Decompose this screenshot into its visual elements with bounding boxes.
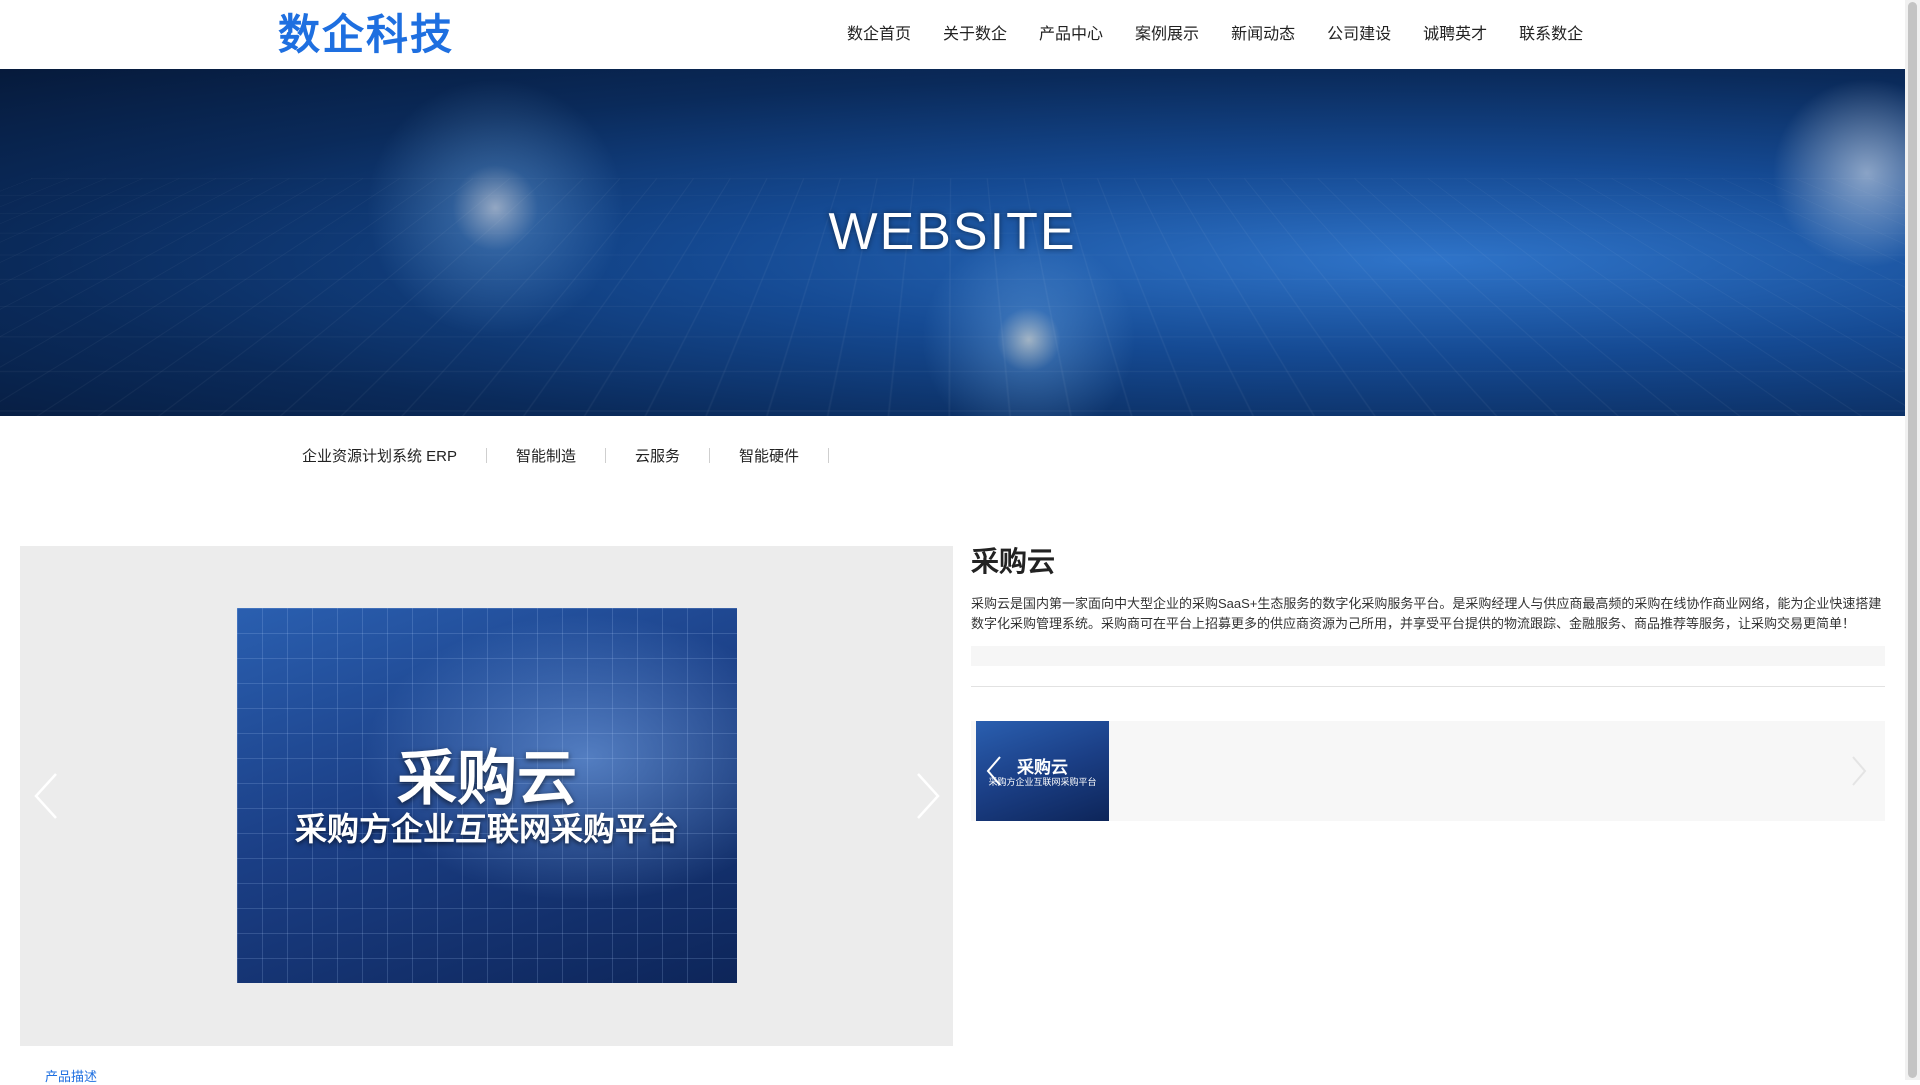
product-description: 采购云是国内第一家面向中大型企业的采购SaaS+生态服务的数字化采购服务平台。是… xyxy=(971,596,1882,631)
hero-banner: WEBSITE xyxy=(0,69,1905,416)
nav-item-products[interactable]: 产品中心 xyxy=(1039,0,1103,69)
chevron-left-icon xyxy=(34,773,57,819)
chevron-right-icon xyxy=(917,773,940,819)
thumbnail-strip: 采购云 采购方企业互联网采购平台 xyxy=(971,721,1885,821)
chevron-right-icon xyxy=(1852,756,1867,786)
tab-divider xyxy=(486,447,488,463)
thumbnail-next-button[interactable] xyxy=(1848,753,1870,789)
tab-smart-hardware[interactable]: 智能硬件 xyxy=(739,445,828,466)
slide-subtitle: 采购方企业互联网采购平台 xyxy=(294,811,679,847)
page-scrollbar[interactable] xyxy=(1905,0,1920,1080)
nav-item-news[interactable]: 新闻动态 xyxy=(1231,0,1295,69)
site-logo[interactable]: 数企科技 xyxy=(278,10,454,60)
product-gallery: 采购云 采购方企业互联网采购平台 xyxy=(20,546,953,1046)
scrollbar-thumb[interactable] xyxy=(1908,2,1917,1078)
category-tabs: 企业资源计划系统 ERP 智能制造 云服务 智能硬件 xyxy=(302,437,858,473)
nav-item-company[interactable]: 公司建设 xyxy=(1327,0,1391,69)
info-spacer-bar xyxy=(971,646,1885,666)
banner-title: WEBSITE xyxy=(828,203,1077,261)
nav-item-about[interactable]: 关于数企 xyxy=(943,0,1007,69)
nav-item-cases[interactable]: 案例展示 xyxy=(1135,0,1199,69)
gallery-slide-image: 采购云 采购方企业互联网采购平台 xyxy=(237,608,737,983)
thumbnail-prev-button[interactable] xyxy=(983,753,1005,789)
tab-divider xyxy=(709,447,711,463)
product-info: 采购云 采购云是国内第一家面向中大型企业的采购SaaS+生态服务的数字化采购服务… xyxy=(971,546,1885,687)
nav-item-contact[interactable]: 联系数企 xyxy=(1519,0,1583,69)
gallery-next-button[interactable] xyxy=(910,766,946,826)
nav-item-careers[interactable]: 诚聘英才 xyxy=(1423,0,1487,69)
product-title: 采购云 xyxy=(971,546,1056,577)
site-header: 数企科技 数企首页 关于数企 产品中心 案例展示 新闻动态 公司建设 诚聘英才 … xyxy=(0,0,1905,69)
main-nav: 数企首页 关于数企 产品中心 案例展示 新闻动态 公司建设 诚聘英才 联系数企 xyxy=(847,0,1615,69)
tab-erp[interactable]: 企业资源计划系统 ERP xyxy=(302,445,486,466)
gallery-prev-button[interactable] xyxy=(28,766,64,826)
tab-divider xyxy=(828,447,830,463)
tab-divider xyxy=(605,447,607,463)
tab-product-description[interactable]: 产品描述 xyxy=(45,1066,97,1085)
chevron-left-icon xyxy=(986,756,1001,786)
divider xyxy=(971,686,1885,687)
tab-cloud-service[interactable]: 云服务 xyxy=(635,445,709,466)
nav-item-home[interactable]: 数企首页 xyxy=(847,0,911,69)
tab-smart-manufacturing[interactable]: 智能制造 xyxy=(516,445,605,466)
